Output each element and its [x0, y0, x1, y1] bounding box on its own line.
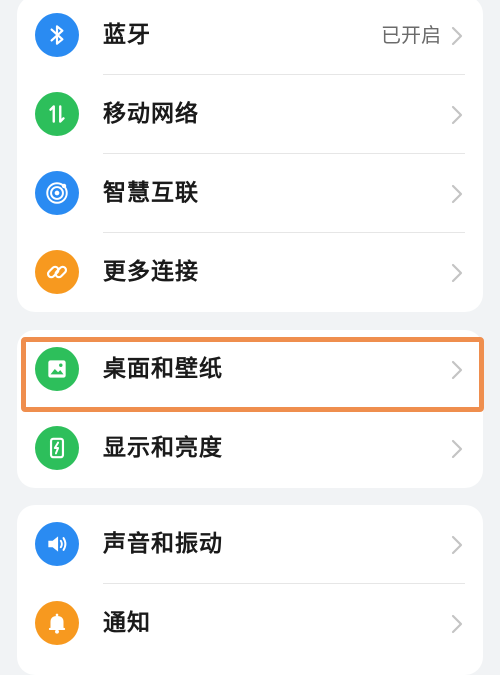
display-card: 桌面和壁纸 显示和亮度 — [17, 330, 483, 488]
settings-row-smart-connect[interactable]: 智慧互联 — [17, 154, 483, 233]
chevron-right-icon — [449, 438, 465, 460]
sound-notification-card: 声音和振动 通知 — [17, 505, 483, 675]
chevron-right-icon — [449, 104, 465, 126]
sound-label: 声音和振动 — [103, 531, 223, 557]
settings-row-sound[interactable]: 声音和振动 — [17, 505, 483, 584]
more-connections-label: 更多连接 — [103, 259, 199, 285]
bluetooth-icon — [35, 13, 79, 57]
sound-icon — [35, 522, 79, 566]
wallpaper-label: 桌面和壁纸 — [103, 356, 223, 382]
smart-connect-label: 智慧互联 — [103, 180, 199, 206]
settings-row-bluetooth[interactable]: 蓝牙 已开启 — [17, 0, 483, 75]
link-icon — [35, 250, 79, 294]
display-brightness-label: 显示和亮度 — [103, 435, 223, 461]
wallpaper-icon — [35, 347, 79, 391]
notification-bell-icon — [35, 601, 79, 645]
chevron-right-icon — [449, 613, 465, 635]
chevron-right-icon — [449, 359, 465, 381]
connectivity-card: 蓝牙 已开启 移动网络 智慧互联 更多连接 — [17, 0, 483, 312]
settings-row-more-connections[interactable]: 更多连接 — [17, 233, 483, 312]
chevron-right-icon — [449, 262, 465, 284]
bluetooth-label: 蓝牙 — [103, 22, 151, 48]
bluetooth-status: 已开启 — [381, 23, 441, 47]
chevron-right-icon — [449, 534, 465, 556]
smart-connect-icon — [35, 171, 79, 215]
chevron-right-icon — [449, 25, 465, 47]
settings-row-notifications[interactable]: 通知 — [17, 584, 483, 663]
chevron-right-icon — [449, 183, 465, 205]
settings-row-display-brightness[interactable]: 显示和亮度 — [17, 409, 483, 488]
mobile-data-icon — [35, 92, 79, 136]
display-brightness-icon — [35, 426, 79, 470]
settings-row-mobile-network[interactable]: 移动网络 — [17, 75, 483, 154]
settings-row-wallpaper[interactable]: 桌面和壁纸 — [17, 330, 483, 409]
notifications-label: 通知 — [103, 610, 151, 636]
mobile-network-label: 移动网络 — [103, 101, 199, 127]
